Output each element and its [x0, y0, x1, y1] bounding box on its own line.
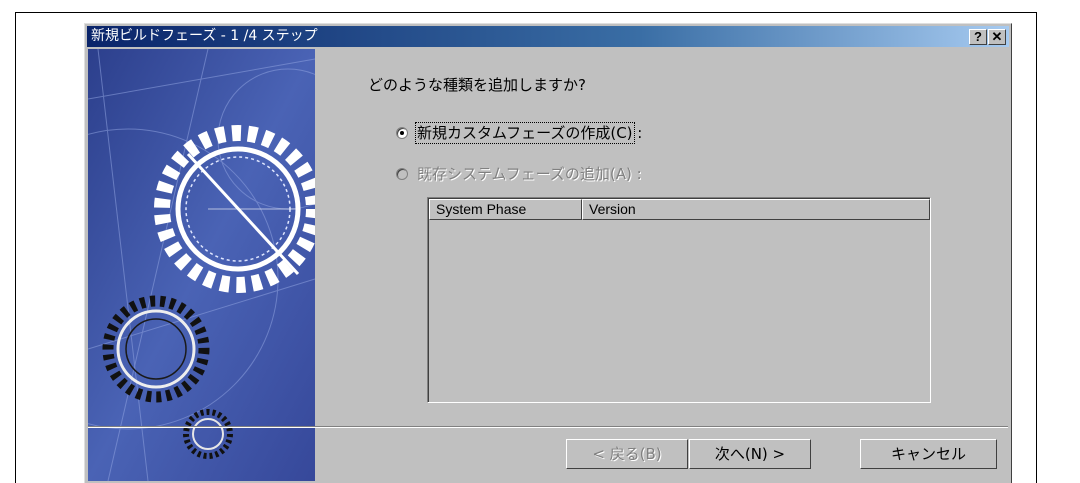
- window-title: 新規ビルドフェーズ - 1 /4 ステップ: [91, 28, 318, 44]
- column-header-version[interactable]: Version: [582, 199, 930, 220]
- column-header-system-phase[interactable]: System Phase: [429, 199, 582, 220]
- footer-separator: [88, 426, 1008, 428]
- system-phase-list[interactable]: System Phase Version: [427, 197, 931, 403]
- help-icon: ?: [974, 29, 982, 44]
- wizard-art-panel: [88, 49, 315, 481]
- radio-new-custom-phase[interactable]: 新規カスタムフェーズの作成(C) :: [396, 122, 643, 144]
- radio-unselected-icon: [396, 168, 408, 180]
- wizard-dialog: 新規ビルドフェーズ - 1 /4 ステップ ? ✕ どのような種類を追加しますか…: [84, 23, 1012, 483]
- radio-selected-icon[interactable]: [396, 127, 408, 139]
- question-label: どのような種類を追加しますか?: [368, 76, 586, 94]
- next-button[interactable]: 次へ(N) >: [689, 439, 811, 469]
- close-icon: ✕: [991, 29, 1003, 44]
- radio-existing-system-phase-label: 既存システムフェーズの追加(A) :: [417, 165, 642, 183]
- title-bar[interactable]: 新規ビルドフェーズ - 1 /4 ステップ ? ✕: [87, 26, 1009, 47]
- radio-new-custom-phase-label: 新規カスタムフェーズの作成(C): [415, 122, 635, 144]
- back-button[interactable]: < 戻る(B): [566, 439, 688, 469]
- cancel-button[interactable]: キャンセル: [860, 439, 997, 469]
- radio-new-custom-phase-colon: :: [632, 124, 643, 142]
- help-button[interactable]: ?: [969, 29, 987, 45]
- radio-existing-system-phase: 既存システムフェーズの追加(A) :: [396, 163, 642, 184]
- gear-artwork-image: [88, 49, 315, 481]
- close-button[interactable]: ✕: [988, 29, 1006, 45]
